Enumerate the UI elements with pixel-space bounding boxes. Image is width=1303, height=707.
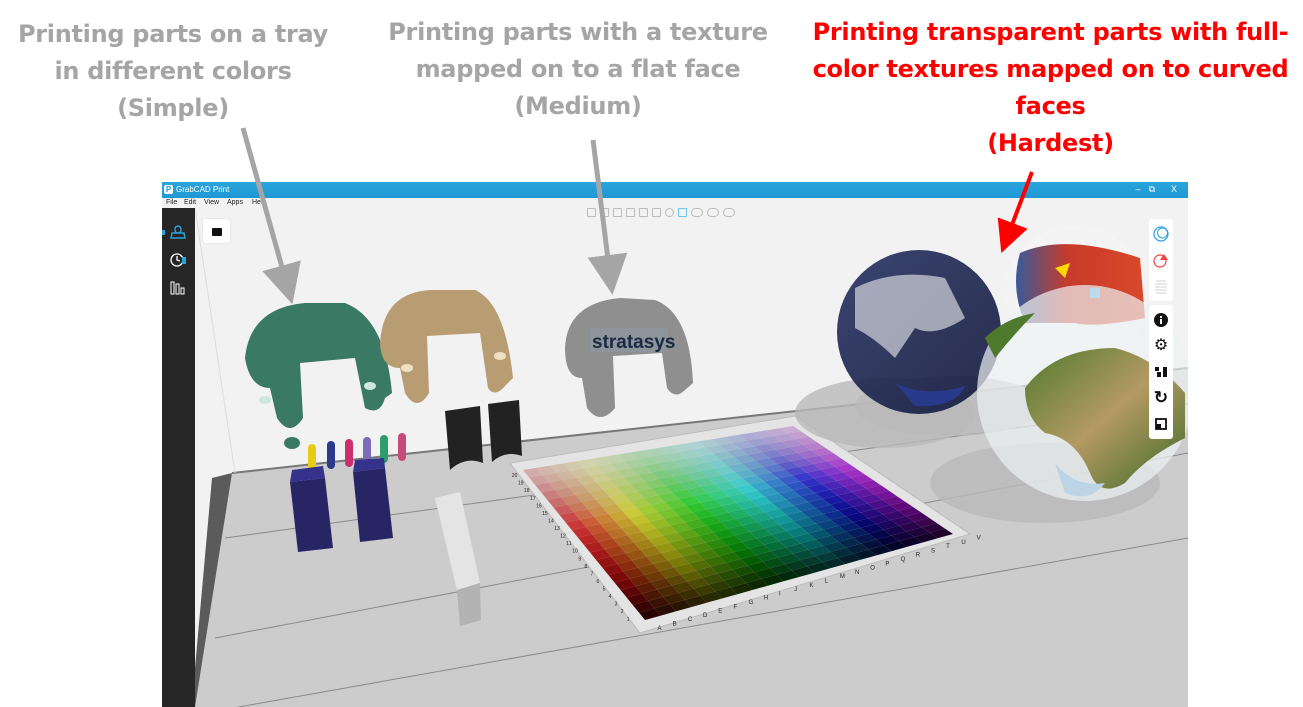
arrow-hardest xyxy=(997,171,1034,253)
arrow-simple xyxy=(240,127,301,305)
arrow-medium xyxy=(587,139,628,295)
annotation-arrows xyxy=(240,127,1034,305)
